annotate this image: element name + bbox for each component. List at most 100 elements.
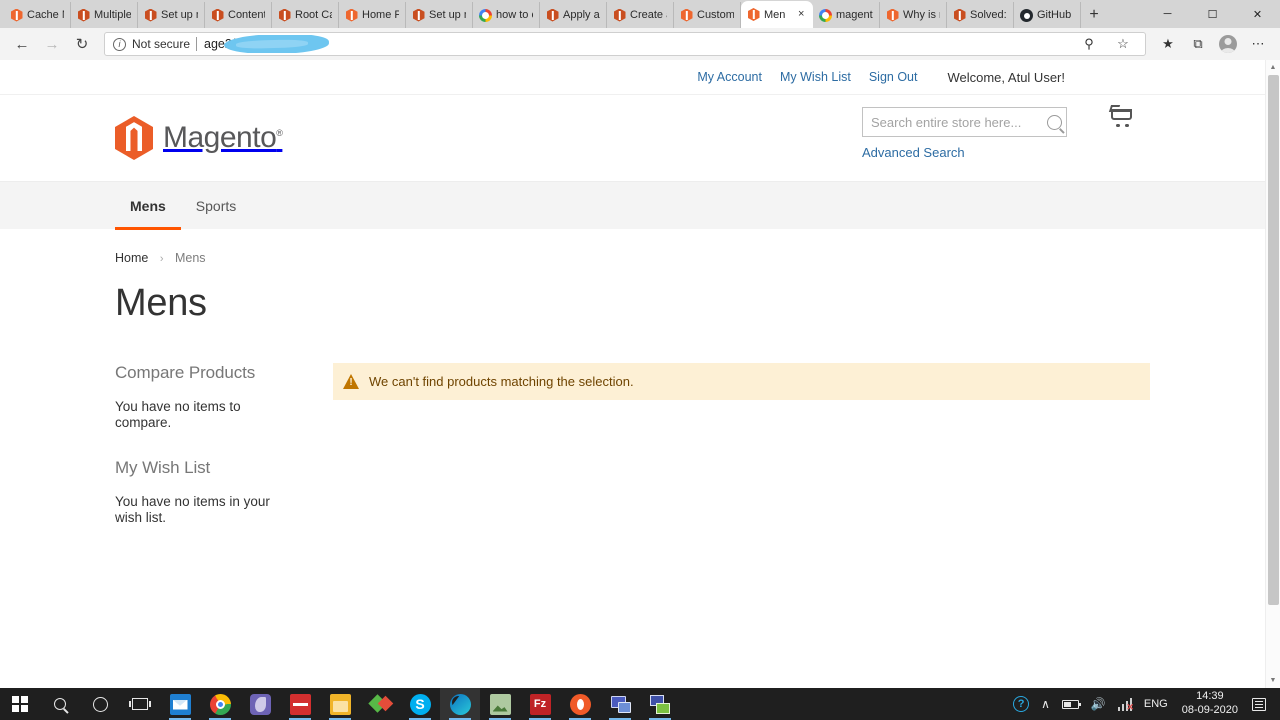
close-icon[interactable]: ×: [798, 9, 807, 20]
vnc-app[interactable]: [600, 688, 640, 720]
magento-favicon-icon: [680, 8, 693, 22]
tab-label: Create a: [630, 9, 667, 21]
red-app-icon: [289, 693, 311, 715]
tab-label: Why is m: [903, 9, 940, 21]
magento-favicon-icon: [345, 8, 358, 22]
clock-time: 14:39: [1196, 690, 1224, 703]
search-input[interactable]: [871, 114, 1047, 130]
clock[interactable]: 14:39 08-09-2020: [1174, 688, 1246, 720]
nav-item-mens[interactable]: Mens: [115, 182, 181, 230]
file-explorer-app[interactable]: [320, 688, 360, 720]
breadcrumb: Home › Mens: [115, 229, 1150, 265]
settings-more-icon[interactable]: ⋯: [1244, 30, 1272, 58]
magento-favicon-icon: [278, 8, 291, 22]
volume-button[interactable]: 🔊: [1085, 688, 1112, 720]
browser-tab[interactable]: Content: [205, 2, 272, 28]
wish-list-title: My Wish List: [115, 457, 211, 477]
reload-button[interactable]: ↻: [68, 30, 96, 58]
network-button[interactable]: ✕: [1112, 688, 1138, 720]
browser-tab[interactable]: Set up m: [406, 2, 473, 28]
browser-tab[interactable]: GitHub -: [1014, 2, 1081, 28]
warning-icon: [343, 374, 359, 389]
magento-logo-icon: [115, 116, 153, 160]
browser-tab[interactable]: Multiple: [71, 2, 138, 28]
address-bar[interactable]: i Not secure age2/ca/mens.html ⚲ ☆: [104, 32, 1146, 56]
image-viewer-app[interactable]: [480, 688, 520, 720]
filezilla-app[interactable]: [520, 688, 560, 720]
start-button[interactable]: [0, 688, 40, 720]
cart-wheel-right: [1125, 123, 1129, 127]
cortana-button[interactable]: [80, 688, 120, 720]
dolphin-icon: [249, 693, 271, 715]
dolphin-app[interactable]: [240, 688, 280, 720]
task-view-button[interactable]: [120, 688, 160, 720]
github-favicon-icon: [1020, 8, 1033, 22]
nav-items: Mens Sports: [100, 182, 1165, 230]
breadcrumb-home-link[interactable]: Home: [115, 251, 148, 265]
chrome-icon: [209, 693, 231, 715]
search-button[interactable]: [40, 688, 80, 720]
browser-tab[interactable]: how to c: [473, 2, 540, 28]
browser-tab[interactable]: Solved: I: [947, 2, 1014, 28]
google-favicon-icon: [819, 8, 832, 22]
paint-app[interactable]: [360, 688, 400, 720]
info-icon[interactable]: i: [113, 37, 126, 51]
cart-icon[interactable]: [1108, 103, 1135, 127]
new-tab-button[interactable]: +: [1081, 2, 1107, 28]
browser-tab[interactable]: Create a: [607, 2, 674, 28]
scroll-down-arrow[interactable]: ▼: [1266, 673, 1280, 688]
browser-tab[interactable]: Root Ca: [272, 2, 339, 28]
search-icon[interactable]: [1047, 114, 1062, 130]
show-hidden-icons-button[interactable]: ∧: [1035, 688, 1056, 720]
breadcrumb-current: Mens: [174, 251, 206, 265]
collections-icon[interactable]: ★: [1154, 30, 1182, 58]
magento-favicon-icon: [412, 8, 425, 22]
scroll-up-arrow[interactable]: ▲: [1266, 60, 1280, 75]
my-wish-list-link[interactable]: My Wish List: [780, 70, 851, 84]
header-panel-wrapper: My Account My Wish List Sign Out Welcome…: [0, 60, 1265, 95]
back-button[interactable]: ←: [8, 30, 36, 58]
browser-tab[interactable]: Why is m: [880, 2, 947, 28]
remote-desktop-app[interactable]: [640, 688, 680, 720]
url-wrapper: age2/ca/mens.html: [196, 35, 1069, 53]
minimize-button[interactable]: ─: [1145, 0, 1190, 28]
browser-tab-active[interactable]: Men ×: [741, 1, 813, 28]
page-scrollbar[interactable]: ▲ ▼: [1265, 60, 1280, 688]
tab-label: Multiple: [94, 9, 131, 21]
tab-label: Set up m: [429, 9, 466, 21]
find-on-page-icon[interactable]: ⚲: [1075, 33, 1103, 55]
mail-icon: [169, 693, 191, 715]
browser-tab[interactable]: Set up m: [138, 2, 205, 28]
battery-button[interactable]: [1056, 688, 1085, 720]
close-window-button[interactable]: ✕: [1235, 0, 1280, 28]
nav-item-sports[interactable]: Sports: [181, 182, 251, 230]
forward-button[interactable]: →: [38, 30, 66, 58]
sign-out-link[interactable]: Sign Out: [869, 70, 918, 84]
opera-app[interactable]: [560, 688, 600, 720]
browser-tab[interactable]: Apply an: [540, 2, 607, 28]
vnc-icon: [610, 694, 631, 715]
skype-app[interactable]: [400, 688, 440, 720]
chrome-app[interactable]: [200, 688, 240, 720]
red-app[interactable]: [280, 688, 320, 720]
scrollbar-thumb[interactable]: [1268, 75, 1279, 605]
magento-logo[interactable]: Magento®: [115, 116, 283, 160]
split-screen-icon[interactable]: ⧉: [1184, 30, 1212, 58]
browser-tab[interactable]: magento: [813, 2, 880, 28]
mail-app[interactable]: [160, 688, 200, 720]
browser-tab[interactable]: Home P: [339, 2, 406, 28]
favorite-star-icon[interactable]: ☆: [1109, 33, 1137, 55]
profile-avatar-icon[interactable]: [1214, 30, 1242, 58]
notifications-button[interactable]: [1246, 688, 1276, 720]
browser-tab[interactable]: Cache M: [4, 2, 71, 28]
browser-tab[interactable]: Custome: [674, 2, 741, 28]
advanced-search-link[interactable]: Advanced Search: [862, 145, 965, 160]
language-indicator[interactable]: ENG: [1138, 698, 1174, 710]
help-button[interactable]: ?: [1007, 688, 1035, 720]
cart-wheel-left: [1116, 123, 1120, 127]
my-account-link[interactable]: My Account: [697, 70, 762, 84]
edge-app[interactable]: [440, 688, 480, 720]
search-box[interactable]: [862, 107, 1067, 137]
maximize-button[interactable]: ☐: [1190, 0, 1235, 28]
tab-label: Men: [764, 8, 786, 21]
